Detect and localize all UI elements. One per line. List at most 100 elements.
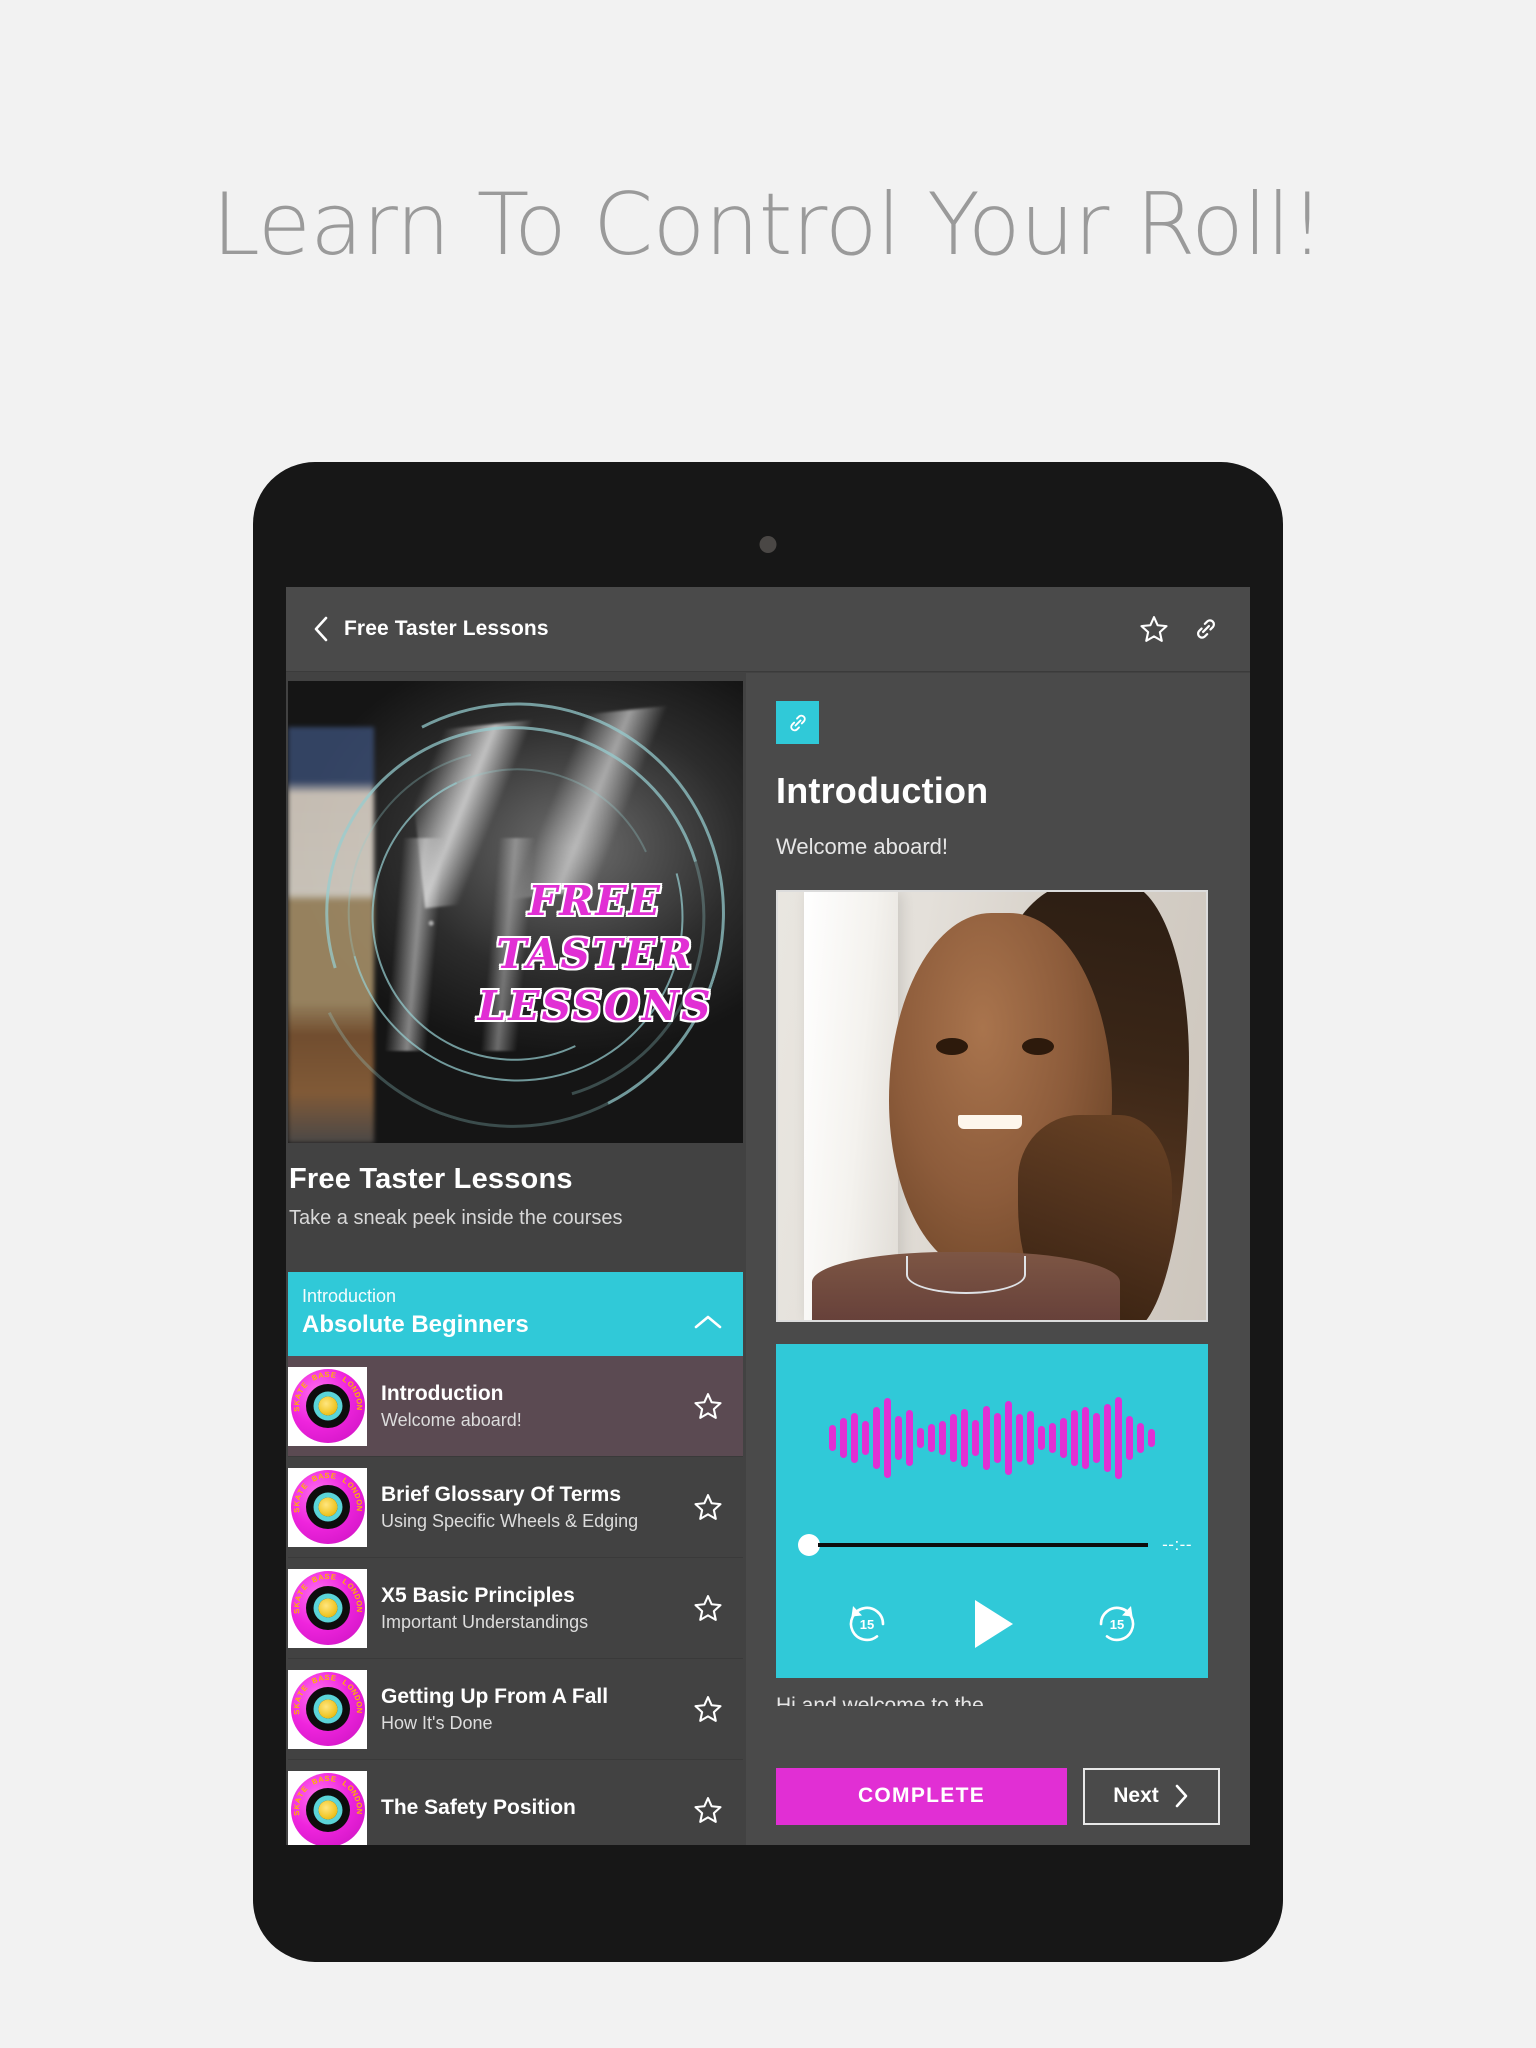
course-outline-scroll: FREE TASTER LESSONS Free Taster Lessons …: [286, 673, 746, 1845]
logo-ring-text: SKATE BASE LONDON: [291, 1369, 364, 1413]
star-outline-icon: [694, 1695, 722, 1722]
course-outline-pane[interactable]: FREE TASTER LESSONS Free Taster Lessons …: [286, 673, 746, 1845]
cover-title-text: FREE TASTER LESSONS: [463, 875, 727, 1032]
waveform-bar: [928, 1424, 935, 1452]
waveform-bar: [884, 1398, 891, 1478]
waveform-bar: [972, 1420, 979, 1456]
lesson-action-bar: COMPLETE Next: [746, 1759, 1250, 1845]
waveform-bar: [939, 1421, 946, 1455]
lesson-row-subtitle: Important Understandings: [381, 1611, 589, 1632]
lesson-row-title: Introduction: [381, 1381, 504, 1405]
svg-text:15: 15: [860, 1617, 874, 1632]
audio-player[interactable]: --:-- 15 15: [776, 1344, 1208, 1678]
lesson-thumbnail: SKATE BASE LONDON: [288, 1366, 367, 1446]
lesson-favorite-button[interactable]: [691, 1490, 725, 1524]
lesson-row-title: The Safety Position: [381, 1796, 576, 1819]
lesson-thumbnail: SKATE BASE LONDON: [288, 1467, 367, 1547]
skate-wheel-logo: SKATE BASE LONDON: [290, 1571, 365, 1645]
cover-line-2: TASTER: [496, 929, 694, 978]
forward-15-button[interactable]: 15: [1089, 1596, 1145, 1652]
lesson-row[interactable]: SKATE BASE L O N D O N The Safety Position: [288, 1760, 743, 1845]
section-collapse-button[interactable]: [693, 1307, 723, 1337]
lesson-row[interactable]: SKATE BASE L O N D O N Getting Up From A Fall H…: [288, 1659, 743, 1760]
lesson-detail-pane[interactable]: Introduction Welcome aboard! --:-- 15 15…: [746, 673, 1250, 1845]
section-header-absolute-beginners[interactable]: Introduction Absolute Beginners: [288, 1272, 743, 1356]
lesson-row[interactable]: SKATE BASE L O N D O N Brief Glossary Of Terms…: [288, 1457, 743, 1558]
lesson-favorite-button[interactable]: [691, 1793, 725, 1827]
audio-controls: 15 15: [776, 1594, 1208, 1654]
lesson-row-title: Brief Glossary Of Terms: [381, 1482, 622, 1506]
waveform-bar: [1016, 1414, 1023, 1462]
app-top-bar: Free Taster Lessons: [286, 587, 1250, 672]
lesson-texts: Introduction Welcome aboard!: [381, 1382, 691, 1431]
audio-seek-knob[interactable]: [798, 1534, 820, 1556]
waveform-bar: [1093, 1413, 1100, 1463]
section-header-texts: Introduction Absolute Beginners: [302, 1286, 693, 1339]
app-body: FREE TASTER LESSONS Free Taster Lessons …: [286, 673, 1250, 1845]
waveform-bar: [851, 1413, 858, 1463]
play-button[interactable]: [965, 1594, 1019, 1654]
next-button[interactable]: Next: [1083, 1767, 1220, 1825]
star-outline-icon: [694, 1392, 722, 1419]
star-outline-icon: [694, 1594, 722, 1621]
cover-photo-skater: [288, 727, 375, 1143]
rewind-15-button[interactable]: 15: [839, 1596, 895, 1652]
lesson-thumbnail: SKATE BASE LONDON: [288, 1568, 367, 1648]
lesson-description: Welcome aboard!: [776, 834, 949, 859]
lesson-row-subtitle: Using Specific Wheels & Edging: [381, 1510, 639, 1531]
logo-ring-text: SKATE BASE LONDON: [291, 1571, 364, 1615]
logo-ring-text: SKATE BASE LONDON: [291, 1470, 364, 1514]
chevron-left-icon: [314, 616, 328, 642]
share-link-button[interactable]: [1184, 607, 1228, 651]
forward-15-icon: 15: [1099, 1606, 1135, 1642]
app-bar-title: Free Taster Lessons: [344, 617, 549, 640]
lesson-detail-scroll: Introduction Welcome aboard! --:-- 15 15…: [746, 673, 1250, 1706]
lesson-row[interactable]: SKATE BASE L O N D O N X5 Basic Principles Impo…: [288, 1558, 743, 1659]
lesson-body-text: Hi and welcome to the...: [776, 1694, 1002, 1706]
waveform-bar: [1148, 1429, 1155, 1447]
lesson-favorite-button[interactable]: [691, 1591, 725, 1625]
lesson-thumbnail: SKATE BASE LONDON: [288, 1770, 367, 1845]
link-icon: [1197, 619, 1215, 639]
lesson-favorite-button[interactable]: [691, 1389, 725, 1423]
svg-text:15: 15: [1110, 1617, 1124, 1632]
logo-ring-text: SKATE BASE LONDON: [291, 1773, 364, 1817]
lesson-row[interactable]: SKATE BASE L O N D O N Introduction Welcome abo…: [288, 1356, 743, 1457]
lesson-texts: X5 Basic Principles Important Understandi…: [381, 1584, 691, 1633]
lesson-favorite-button[interactable]: [691, 1692, 725, 1726]
lesson-texts: The Safety Position: [381, 1796, 691, 1824]
waveform-bar: [862, 1421, 869, 1455]
waveform-bar: [895, 1416, 902, 1460]
waveform-bar: [1027, 1411, 1034, 1465]
lesson-row-title: X5 Basic Principles: [381, 1583, 575, 1607]
instructor-video-thumbnail[interactable]: [776, 890, 1208, 1322]
waveform-bar: [994, 1413, 1001, 1463]
waveform-bar: [1060, 1418, 1067, 1458]
complete-button[interactable]: COMPLETE: [776, 1767, 1067, 1825]
course-subtitle: Take a sneak peek inside the courses: [289, 1207, 623, 1229]
waveform-bar: [873, 1407, 880, 1469]
lesson-texts: Brief Glossary Of Terms Using Specific Wh…: [381, 1483, 691, 1532]
star-outline-icon: [1140, 615, 1168, 642]
back-button[interactable]: [308, 613, 334, 645]
waveform-bar: [917, 1428, 924, 1448]
tablet-device-frame: Free Taster Lessons FREE TASTER LESSONS …: [253, 462, 1283, 1962]
lesson-list: SKATE BASE L O N D O N Introduction Welcome abo…: [286, 1356, 746, 1845]
waveform-bar: [950, 1414, 957, 1462]
replay-15-icon: 15: [849, 1606, 885, 1642]
star-outline-icon: [694, 1796, 722, 1823]
waveform-bar: [1082, 1407, 1089, 1469]
audio-seek-row: --:--: [798, 1534, 1192, 1556]
tablet-screen: Free Taster Lessons FREE TASTER LESSONS …: [286, 587, 1250, 1845]
lesson-heading: Introduction: [776, 770, 989, 811]
instructor-eye-right: [1021, 1037, 1055, 1055]
skate-wheel-logo: SKATE BASE LONDON: [290, 1369, 365, 1443]
audio-seek-track[interactable]: [818, 1543, 1149, 1547]
skate-wheel-logo: SKATE BASE LONDON: [290, 1773, 365, 1845]
instructor-smile: [957, 1114, 1022, 1130]
lesson-row-subtitle: Welcome aboard!: [381, 1409, 522, 1430]
favorite-button[interactable]: [1132, 607, 1176, 651]
lesson-texts: Getting Up From A Fall How It's Done: [381, 1685, 691, 1734]
course-title: Free Taster Lessons: [289, 1163, 573, 1195]
lesson-link-button[interactable]: [776, 701, 819, 744]
